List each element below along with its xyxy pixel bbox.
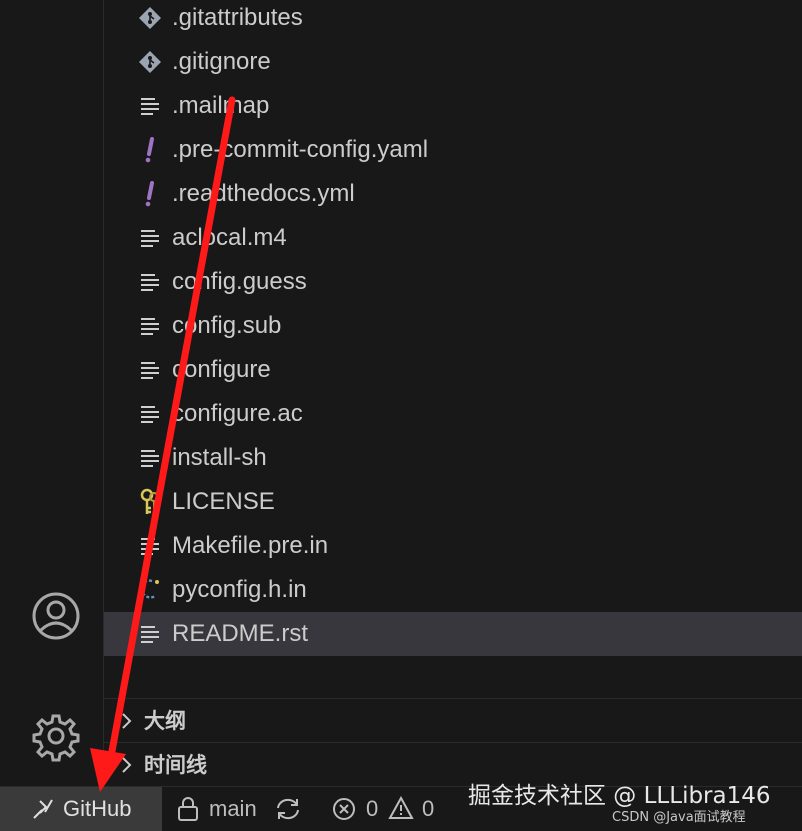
license-icon bbox=[136, 488, 164, 516]
file-item[interactable]: aclocal.m4 bbox=[104, 216, 802, 260]
file-item[interactable]: .gitignore bbox=[104, 40, 802, 84]
remote-label: GitHub bbox=[63, 796, 132, 821]
file-name: configure.ac bbox=[172, 400, 303, 427]
file-item[interactable]: .gitattributes bbox=[104, 0, 802, 40]
text-file-icon bbox=[136, 268, 164, 296]
file-name: aclocal.m4 bbox=[172, 224, 287, 251]
git-icon bbox=[136, 4, 164, 32]
file-name: Makefile.pre.in bbox=[172, 532, 329, 559]
file-name: .gitattributes bbox=[172, 4, 303, 31]
problems-button[interactable]: 0 0 bbox=[330, 787, 442, 831]
file-item[interactable]: .pre-commit-config.yaml bbox=[104, 128, 802, 172]
account-icon[interactable] bbox=[30, 590, 82, 642]
file-name: pyconfig.h.in bbox=[172, 576, 307, 603]
file-name: .mailmap bbox=[172, 92, 270, 119]
watermark-primary: 掘金技术社区 @ LLLibra146 bbox=[468, 783, 771, 809]
sync-icon[interactable] bbox=[274, 796, 302, 822]
file-name: .gitignore bbox=[172, 48, 271, 75]
lock-icon bbox=[178, 797, 198, 821]
text-file-icon bbox=[136, 532, 164, 560]
activity-bar bbox=[0, 0, 104, 786]
yaml-icon bbox=[136, 180, 164, 208]
watermark-secondary: CSDN @Java面试教程 bbox=[612, 810, 746, 825]
file-item[interactable]: LICENSE bbox=[104, 480, 802, 524]
gear-icon[interactable] bbox=[30, 710, 82, 762]
git-icon bbox=[136, 48, 164, 76]
warning-icon bbox=[388, 796, 414, 819]
text-file-icon bbox=[136, 92, 164, 120]
chevron-right-icon bbox=[122, 757, 132, 773]
error-count: 0 bbox=[366, 796, 379, 821]
branch-button[interactable]: main bbox=[170, 787, 310, 831]
file-item[interactable]: configure.ac bbox=[104, 392, 802, 436]
file-name: configure bbox=[172, 356, 271, 383]
text-file-icon bbox=[136, 400, 164, 428]
file-name: config.sub bbox=[172, 312, 282, 339]
warning-count: 0 bbox=[422, 796, 435, 821]
section-title: 大纲 bbox=[144, 709, 186, 733]
file-name: config.guess bbox=[172, 268, 307, 295]
file-item[interactable]: install-sh bbox=[104, 436, 802, 480]
text-file-icon bbox=[136, 444, 164, 472]
chevron-right-icon bbox=[122, 713, 132, 729]
c-header-icon bbox=[136, 576, 164, 604]
file-name: .pre-commit-config.yaml bbox=[172, 136, 429, 163]
remote-icon bbox=[33, 799, 53, 819]
file-name: install-sh bbox=[172, 444, 267, 471]
explorer-sidebar: .gitattributes .gitignore .mailmap .pre-com… bbox=[104, 0, 802, 786]
file-name: .readthedocs.yml bbox=[172, 180, 355, 207]
yaml-icon bbox=[136, 136, 164, 164]
text-file-icon bbox=[136, 620, 164, 648]
file-item[interactable]: .readthedocs.yml bbox=[104, 172, 802, 216]
file-item[interactable]: README.rst bbox=[104, 612, 802, 656]
file-item[interactable]: config.guess bbox=[104, 260, 802, 304]
file-name: LICENSE bbox=[172, 488, 275, 515]
section-title: 时间线 bbox=[144, 753, 207, 777]
text-file-icon bbox=[136, 224, 164, 252]
error-icon bbox=[333, 798, 355, 820]
file-item[interactable]: configure bbox=[104, 348, 802, 392]
file-item[interactable]: config.sub bbox=[104, 304, 802, 348]
file-name: README.rst bbox=[172, 620, 309, 647]
file-item[interactable]: Makefile.pre.in bbox=[104, 524, 802, 568]
text-file-icon bbox=[136, 312, 164, 340]
section-outline[interactable]: 大纲 bbox=[104, 699, 802, 743]
file-item[interactable]: pyconfig.h.in bbox=[104, 568, 802, 612]
remote-indicator-button[interactable]: GitHub bbox=[0, 787, 162, 831]
text-file-icon bbox=[136, 356, 164, 384]
file-item[interactable]: .mailmap bbox=[104, 84, 802, 128]
branch-name: main bbox=[209, 796, 257, 821]
